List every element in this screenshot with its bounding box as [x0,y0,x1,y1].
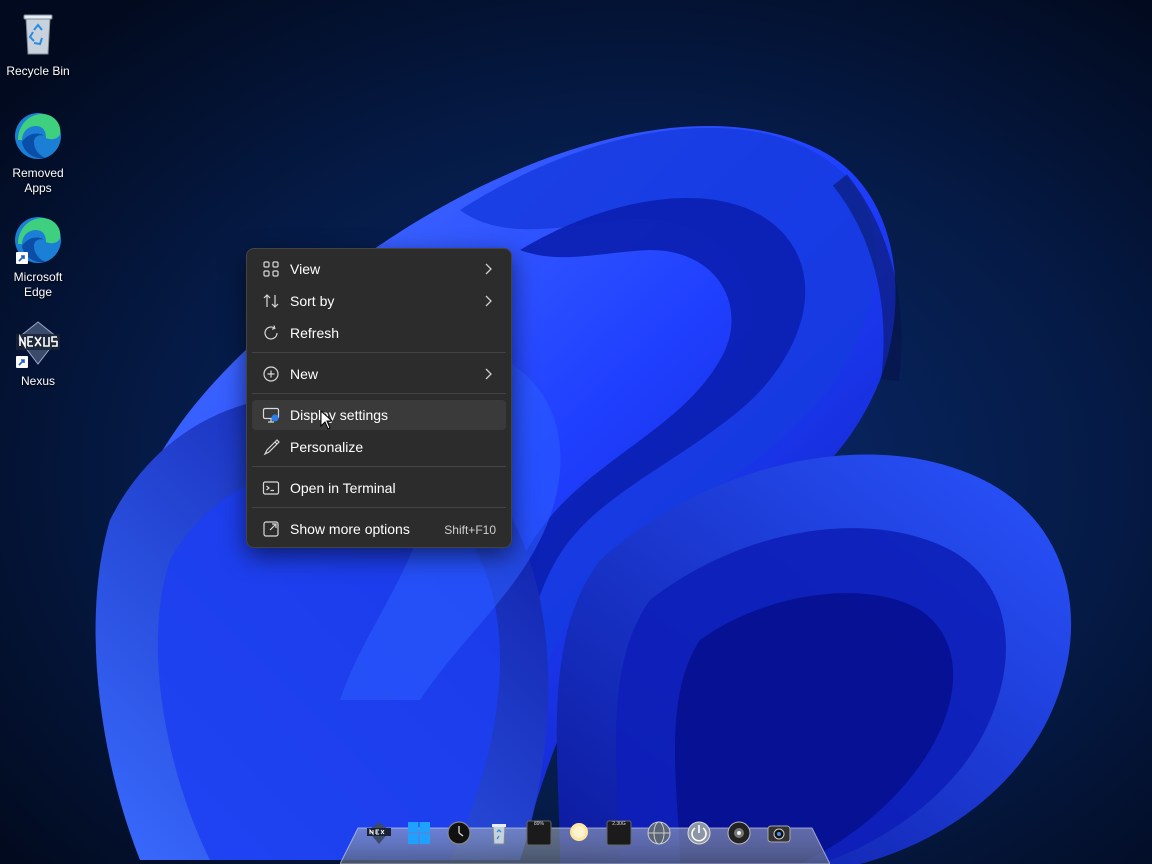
chevron-right-icon [480,293,496,309]
share-icon [262,520,280,538]
nexus-icon [367,822,391,844]
menu-item-view[interactable]: View [252,254,506,284]
menu-item-sort-by[interactable]: Sort by [252,286,506,316]
dock-bar: 89% 2.30G [340,812,830,864]
menu-item-display-settings[interactable]: Display settings [252,400,506,430]
menu-item-show-more-options[interactable]: Show more options Shift+F10 [252,514,506,544]
desktop-icon-recycle-bin[interactable]: Recycle Bin [0,8,76,79]
dock-weather[interactable] [566,820,592,846]
desktop-icon-nexus[interactable]: Nexus [0,318,76,389]
plus-circle-icon [262,365,280,383]
camera-icon [767,825,791,843]
dock-recycle-bin[interactable] [486,820,512,846]
desktop-icon-microsoft-edge[interactable]: Microsoft Edge [0,214,76,300]
dock-clock[interactable] [446,820,472,846]
desktop-icon-label: Nexus [20,374,55,388]
globe-icon [647,821,671,845]
grid-icon [262,260,280,278]
chevron-right-icon [480,261,496,277]
music-icon [727,821,751,845]
dock-globe[interactable] [646,820,672,846]
terminal-icon [262,479,280,497]
desktop-wallpaper [0,0,1152,864]
menu-item-new[interactable]: New [252,359,506,389]
menu-item-open-in-terminal[interactable]: Open in Terminal [252,473,506,503]
menu-item-label: Open in Terminal [290,480,396,496]
shortcut-arrow-icon [16,356,28,368]
net-meter-text: 2.30G [612,821,626,827]
menu-item-refresh[interactable]: Refresh [252,318,506,348]
menu-item-label: Show more options [290,521,410,537]
chevron-right-icon [480,366,496,382]
desktop-context-menu: View Sort by Refresh New Display setting… [246,248,512,548]
desktop-icon-label: Removed Apps [12,166,64,195]
desktop-icon-label: Microsoft Edge [13,270,63,299]
refresh-icon [262,324,280,342]
shortcut-label: Shift+F10 [444,523,496,537]
clock-icon [447,821,471,845]
dock-music[interactable] [726,820,752,846]
dock-nexus[interactable] [366,820,392,846]
menu-item-label: View [290,261,321,277]
dock-cpu-meter[interactable]: 89% [526,820,552,846]
menu-separator [252,352,506,353]
dock-net-meter[interactable]: 2.30G [606,820,632,846]
nexus-icon [12,318,64,370]
desktop-icon-label: Recycle Bin [6,64,70,78]
windows-icon [408,822,430,844]
menu-item-label: Refresh [290,325,340,341]
shortcut-arrow-icon [16,252,28,264]
dock-camera[interactable] [766,820,792,846]
display-icon [262,406,280,424]
recycle-bin-icon [12,8,64,60]
brush-icon [262,438,280,456]
menu-item-label: New [290,366,319,382]
cpu-meter-text: 89% [533,821,544,827]
menu-item-label: Personalize [290,439,364,455]
edge-icon [12,214,64,266]
menu-item-personalize[interactable]: Personalize [252,432,506,462]
mouse-cursor-icon [320,410,334,430]
dock-windows[interactable] [406,820,432,846]
menu-item-label: Sort by [290,293,335,309]
weather-icon [570,823,588,841]
sort-icon [262,292,280,310]
power-icon [687,821,711,845]
recycle-bin-icon [492,824,506,845]
edge-icon [12,110,64,162]
menu-item-label: Display settings [290,407,389,423]
menu-separator [252,466,506,467]
menu-separator [252,393,506,394]
desktop-icon-removed-apps[interactable]: Removed Apps [0,110,76,196]
dock-power[interactable] [686,820,712,846]
menu-separator [252,507,506,508]
